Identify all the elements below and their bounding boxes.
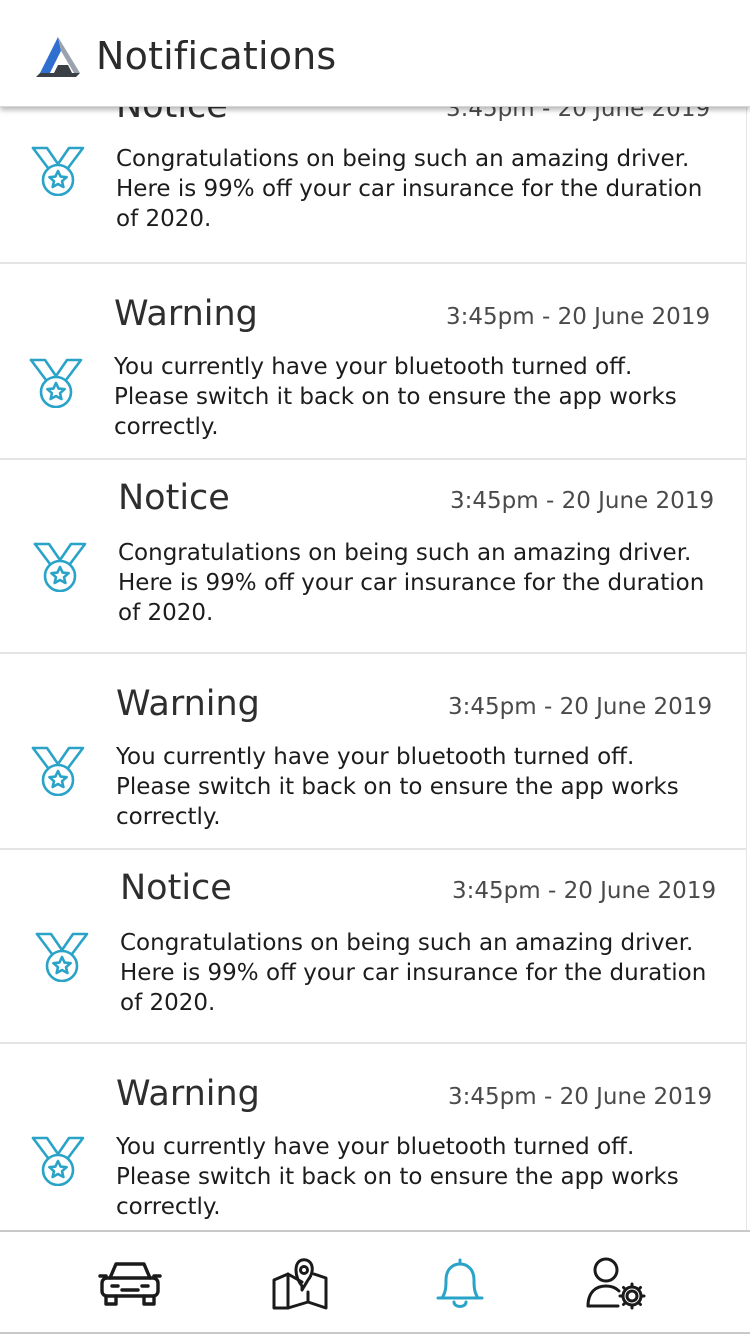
car-icon xyxy=(98,1262,162,1306)
notification-body: You currently have your bluetooth turned… xyxy=(116,744,679,830)
medal-icon xyxy=(31,1136,85,1186)
notification-title: Warning xyxy=(116,1074,260,1114)
notification-item[interactable]: Warning 3:45pm - 20 June 2019 You curren… xyxy=(0,1044,746,1230)
nav-map-button[interactable] xyxy=(268,1256,332,1312)
medal-icon xyxy=(33,542,87,592)
medal-icon xyxy=(35,932,89,982)
medal-icon xyxy=(31,146,85,196)
notification-title: Notice xyxy=(118,478,230,518)
notification-item[interactable]: Notice 3:45pm - 20 June 2019 Congratulat… xyxy=(0,84,746,264)
nav-profile-settings-button[interactable] xyxy=(584,1256,648,1312)
medal-icon xyxy=(29,358,83,408)
notification-time: 3:45pm - 20 June 2019 xyxy=(446,304,711,330)
notification-time: 3:45pm - 20 June 2019 xyxy=(448,1084,713,1110)
notification-body: Congratulations on being such an amazing… xyxy=(116,146,703,232)
notification-body: Congratulations on being such an amazing… xyxy=(120,930,707,1016)
notification-item[interactable]: Notice 3:45pm - 20 June 2019 Congratulat… xyxy=(0,460,746,654)
nav-car-button[interactable] xyxy=(98,1256,162,1312)
notification-title: Warning xyxy=(114,294,258,334)
notification-time: 3:45pm - 20 June 2019 xyxy=(450,488,715,514)
map-icon xyxy=(272,1258,328,1310)
notification-list[interactable]: Notice 3:45pm - 20 June 2019 Congratulat… xyxy=(0,0,747,1230)
user-settings-icon xyxy=(586,1257,646,1310)
bell-icon xyxy=(436,1258,484,1308)
notification-time: 3:45pm - 20 June 2019 xyxy=(452,878,717,904)
nav-notifications-button[interactable] xyxy=(428,1256,492,1312)
notification-time: 3:45pm - 20 June 2019 xyxy=(448,694,713,720)
medal-icon xyxy=(31,746,85,796)
notification-body: Congratulations on being such an amazing… xyxy=(118,540,705,626)
app-logo-icon xyxy=(36,37,80,77)
notification-item[interactable]: Notice 3:45pm - 20 June 2019 Congratulat… xyxy=(0,850,746,1044)
notification-body: You currently have your bluetooth turned… xyxy=(114,354,677,440)
page-title: Notifications xyxy=(96,34,337,78)
app-header: Notifications xyxy=(0,0,750,107)
notification-item[interactable]: Warning 3:45pm - 20 June 2019 You curren… xyxy=(0,654,746,850)
notification-title: Notice xyxy=(120,868,232,908)
notification-title: Warning xyxy=(116,684,260,724)
notification-body: You currently have your bluetooth turned… xyxy=(116,1134,679,1220)
bottom-nav xyxy=(0,1230,750,1334)
notification-item[interactable]: Warning 3:45pm - 20 June 2019 You curren… xyxy=(0,264,746,460)
